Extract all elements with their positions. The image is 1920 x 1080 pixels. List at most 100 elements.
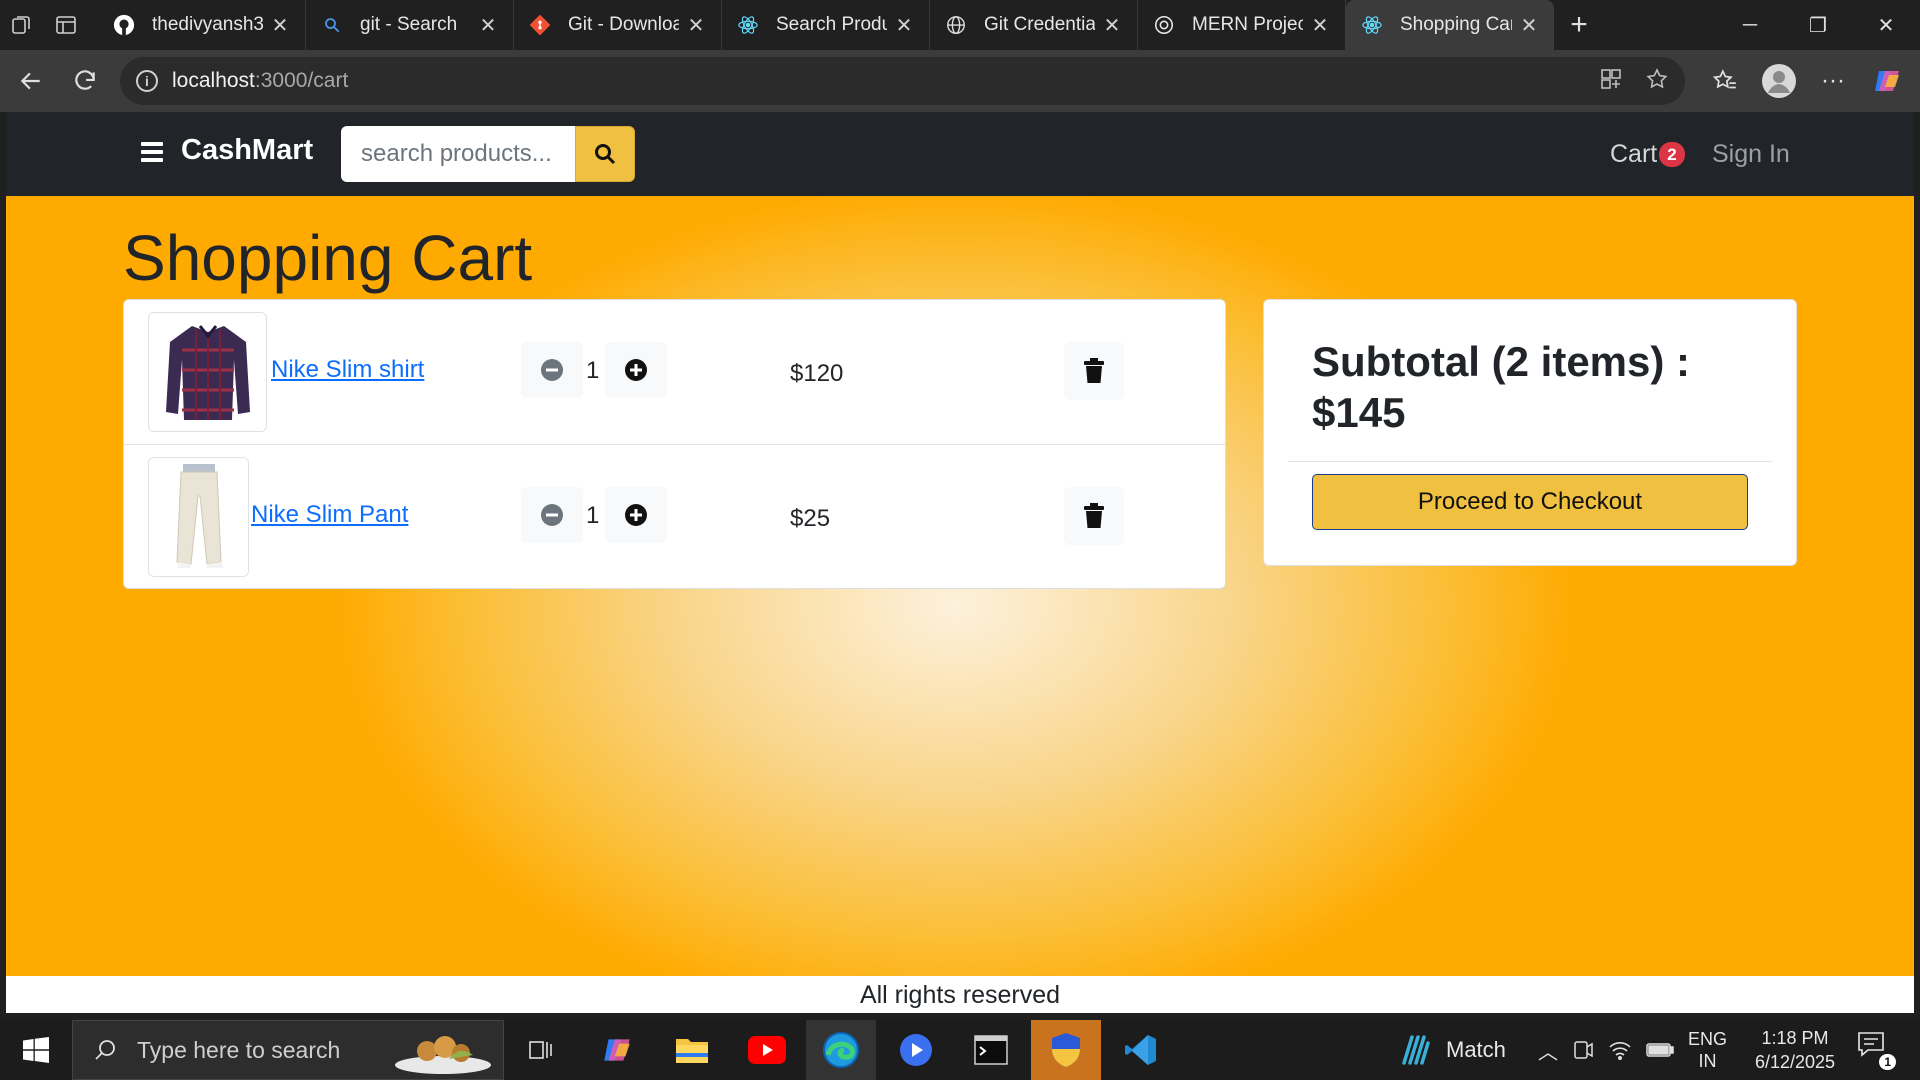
- product-image-pant: [148, 457, 249, 577]
- tab-close-icon[interactable]: ✕: [685, 13, 707, 38]
- battery-icon[interactable]: [1646, 1042, 1674, 1058]
- tab-title: MERN Project: [1192, 14, 1303, 35]
- tab-close-icon[interactable]: ✕: [1518, 13, 1540, 38]
- globe-icon: [944, 13, 968, 37]
- search-highlight-image: [395, 1036, 491, 1074]
- quantity-decrease-button[interactable]: [521, 487, 583, 543]
- cart-count-badge: 2: [1659, 142, 1685, 167]
- windows-logo-icon: [23, 1037, 49, 1063]
- copilot-app-icon[interactable]: [582, 1020, 652, 1080]
- favorite-star-icon[interactable]: [1645, 67, 1669, 96]
- search-button[interactable]: [575, 126, 635, 182]
- quantity-increase-button[interactable]: [605, 487, 667, 543]
- url-path: :3000/cart: [254, 69, 349, 92]
- notification-center-button[interactable]: 1: [1856, 1030, 1896, 1070]
- subtotal-amount: $145: [1312, 389, 1406, 437]
- new-tab-button[interactable]: +: [1554, 0, 1604, 50]
- tab-shopping-cart[interactable]: Shopping Cart ✕: [1346, 0, 1554, 50]
- favorites-icon[interactable]: [1698, 54, 1752, 108]
- tab-title: Git Credential: [984, 14, 1095, 35]
- media-player-icon[interactable]: [881, 1020, 951, 1080]
- security-shield-icon[interactable]: [1031, 1020, 1101, 1080]
- chatgpt-icon: [1152, 13, 1176, 37]
- clock[interactable]: 1:18 PM 6/12/2025: [1740, 1026, 1850, 1074]
- item-price: $120: [790, 360, 844, 387]
- restore-icon[interactable]: ❐: [1784, 0, 1852, 50]
- plus-circle-icon: [625, 504, 647, 526]
- trash-icon: [1084, 358, 1104, 383]
- taskbar-search-placeholder: Type here to search: [137, 1036, 341, 1063]
- delete-item-button[interactable]: [1064, 487, 1124, 545]
- product-link-pant[interactable]: Nike Slim Pant: [251, 501, 408, 529]
- tab-actions-icon[interactable]: [44, 0, 88, 50]
- search-icon: [595, 144, 616, 165]
- language-code: ENG: [1688, 1029, 1728, 1049]
- refresh-button[interactable]: [58, 54, 112, 108]
- tab-title: git - Search: [360, 14, 458, 35]
- minus-circle-icon: [541, 359, 563, 381]
- workspaces-icon[interactable]: [0, 0, 44, 50]
- meet-now-icon[interactable]: [1572, 1039, 1594, 1061]
- file-explorer-icon[interactable]: [657, 1020, 727, 1080]
- tab-git-credential[interactable]: Git Credential ✕: [930, 0, 1138, 50]
- tab-github[interactable]: thedivyansh31 ✕: [98, 0, 306, 50]
- start-button[interactable]: [10, 1020, 62, 1080]
- browser-toolbar: i localhost:3000/cart ···: [0, 50, 1920, 112]
- notification-icon: [1858, 1032, 1884, 1057]
- tab-close-icon[interactable]: ✕: [893, 13, 915, 38]
- subtotal-text: Subtotal (2 items) : $145: [1312, 336, 1752, 438]
- cart-link[interactable]: Cart 2: [1610, 140, 1685, 169]
- taskbar-search-box[interactable]: Type here to search: [72, 1020, 504, 1080]
- app-available-icon[interactable]: [1599, 67, 1623, 96]
- tab-close-icon[interactable]: ✕: [269, 13, 291, 38]
- vscode-icon[interactable]: [1106, 1020, 1176, 1080]
- trash-icon: [1084, 503, 1104, 528]
- windows-taskbar: Type here to search Match ︿ ENG IN 1:18 …: [0, 1020, 1920, 1080]
- delete-item-button[interactable]: [1064, 342, 1124, 400]
- search-icon: [320, 13, 344, 37]
- minus-circle-icon: [541, 504, 563, 526]
- tab-close-icon[interactable]: ✕: [1309, 13, 1331, 38]
- window-controls: ─ ❐ ✕: [1716, 0, 1920, 50]
- tab-close-icon[interactable]: ✕: [1101, 13, 1123, 38]
- sign-in-link[interactable]: Sign In: [1712, 140, 1790, 169]
- weather-widget[interactable]: Match: [1398, 1020, 1506, 1080]
- quantity-increase-button[interactable]: [605, 342, 667, 398]
- quantity-decrease-button[interactable]: [521, 342, 583, 398]
- product-link-shirt[interactable]: Nike Slim shirt: [271, 356, 424, 384]
- product-image-shirt: [148, 312, 267, 432]
- tab-search-products[interactable]: Search Products ✕: [722, 0, 930, 50]
- react-icon: [1360, 13, 1384, 37]
- cart-label: Cart: [1610, 140, 1658, 168]
- tab-close-icon[interactable]: ✕: [477, 13, 499, 38]
- tab-mern-project[interactable]: MERN Project ✕: [1138, 0, 1346, 50]
- close-window-icon[interactable]: ✕: [1852, 0, 1920, 50]
- edge-browser-icon[interactable]: [806, 1020, 876, 1080]
- chevron-up-icon[interactable]: ︿: [1538, 1036, 1558, 1065]
- back-button[interactable]: [4, 54, 58, 108]
- region-code: IN: [1698, 1051, 1717, 1071]
- search-input[interactable]: [341, 126, 581, 182]
- copilot-icon[interactable]: [1860, 54, 1914, 108]
- wifi-icon[interactable]: [1608, 1039, 1632, 1061]
- github-icon: [112, 13, 136, 37]
- more-options-icon[interactable]: ···: [1806, 54, 1860, 108]
- youtube-icon[interactable]: [732, 1020, 802, 1080]
- page-title: Shopping Cart: [123, 222, 533, 294]
- tab-git-search[interactable]: git - Search ✕: [306, 0, 514, 50]
- profile-avatar[interactable]: [1752, 54, 1806, 108]
- tab-title: Git - Download: [568, 14, 679, 35]
- terminal-icon[interactable]: [956, 1020, 1026, 1080]
- site-info-icon[interactable]: i: [136, 70, 158, 92]
- hamburger-menu-icon[interactable]: [141, 142, 163, 162]
- task-view-icon[interactable]: [506, 1020, 576, 1080]
- address-bar[interactable]: i localhost:3000/cart: [120, 57, 1685, 105]
- language-indicator[interactable]: ENG IN: [1688, 1028, 1727, 1072]
- tab-git-download[interactable]: Git - Download ✕: [514, 0, 722, 50]
- react-icon: [736, 13, 760, 37]
- brand-logo[interactable]: CashMart: [181, 134, 313, 167]
- proceed-to-checkout-button[interactable]: Proceed to Checkout: [1312, 474, 1748, 530]
- notification-count-badge: 1: [1879, 1054, 1896, 1070]
- minimize-icon[interactable]: ─: [1716, 0, 1784, 50]
- url-host: localhost: [172, 69, 255, 92]
